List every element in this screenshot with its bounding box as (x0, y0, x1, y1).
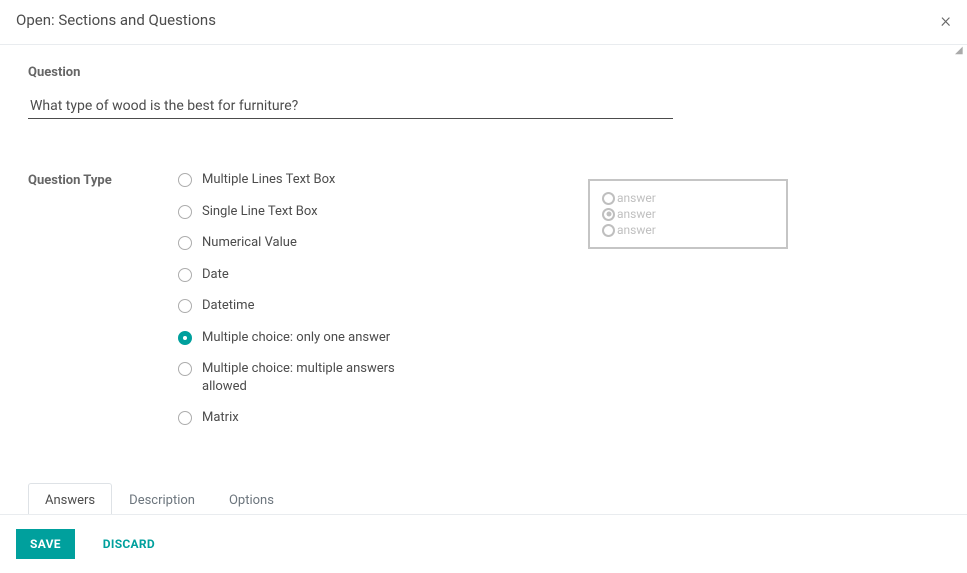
radio-icon (178, 362, 192, 376)
radio-option-date[interactable]: Date (178, 266, 558, 284)
radio-label: Multiple Lines Text Box (202, 171, 335, 189)
discard-button[interactable]: DISCARD (89, 529, 169, 559)
radio-icon (178, 299, 192, 313)
dialog-footer: SAVE DISCARD (0, 514, 967, 573)
preview-row: answer (602, 223, 774, 237)
question-type-preview: answer answer answer (588, 179, 788, 249)
preview-answer-label: answer (617, 207, 656, 221)
dialog-body[interactable]: Question Question Type Multiple Lines Te… (0, 45, 967, 514)
radio-option-multiple-choice-one[interactable]: Multiple choice: only one answer (178, 329, 558, 347)
question-type-label: Question Type (28, 171, 178, 188)
preview-answer-label: answer (617, 223, 656, 237)
radio-option-matrix[interactable]: Matrix (178, 409, 558, 427)
radio-icon (178, 236, 192, 250)
tabs: Answers Description Options (28, 483, 939, 514)
radio-icon (178, 268, 192, 282)
radio-label: Multiple choice: multiple answers allowe… (202, 360, 422, 395)
question-type-options: Multiple Lines Text Box Single Line Text… (178, 171, 558, 441)
preview-row: answer (602, 207, 774, 221)
radio-label: Matrix (202, 409, 239, 427)
save-button[interactable]: SAVE (16, 529, 75, 559)
radio-option-datetime[interactable]: Datetime (178, 297, 558, 315)
radio-icon (178, 205, 192, 219)
question-label: Question (28, 65, 939, 80)
radio-label: Single Line Text Box (202, 203, 318, 221)
radio-option-numerical[interactable]: Numerical Value (178, 234, 558, 252)
radio-icon (178, 331, 192, 345)
preview-answer-label: answer (617, 191, 656, 205)
dialog-title: Open: Sections and Questions (16, 11, 216, 29)
tab-options[interactable]: Options (212, 483, 291, 514)
tab-answers[interactable]: Answers (28, 483, 112, 514)
question-input[interactable] (28, 94, 673, 119)
radio-icon (178, 411, 192, 425)
preview-row: answer (602, 191, 774, 205)
tab-description[interactable]: Description (112, 483, 212, 514)
preview-radio-icon (602, 208, 615, 221)
radio-option-multiple-choice-many[interactable]: Multiple choice: multiple answers allowe… (178, 360, 558, 395)
radio-option-multiple-lines[interactable]: Multiple Lines Text Box (178, 171, 558, 189)
radio-label: Date (202, 266, 229, 284)
preview-radio-icon (602, 224, 615, 237)
dialog-header: Open: Sections and Questions × (0, 0, 967, 45)
close-icon[interactable]: × (941, 10, 951, 30)
radio-label: Numerical Value (202, 234, 297, 252)
radio-label: Datetime (202, 297, 254, 315)
radio-label: Multiple choice: only one answer (202, 329, 390, 347)
radio-option-single-line[interactable]: Single Line Text Box (178, 203, 558, 221)
radio-icon (178, 173, 192, 187)
preview-radio-icon (602, 192, 615, 205)
dialog: Open: Sections and Questions × ◢ Questio… (0, 0, 967, 573)
